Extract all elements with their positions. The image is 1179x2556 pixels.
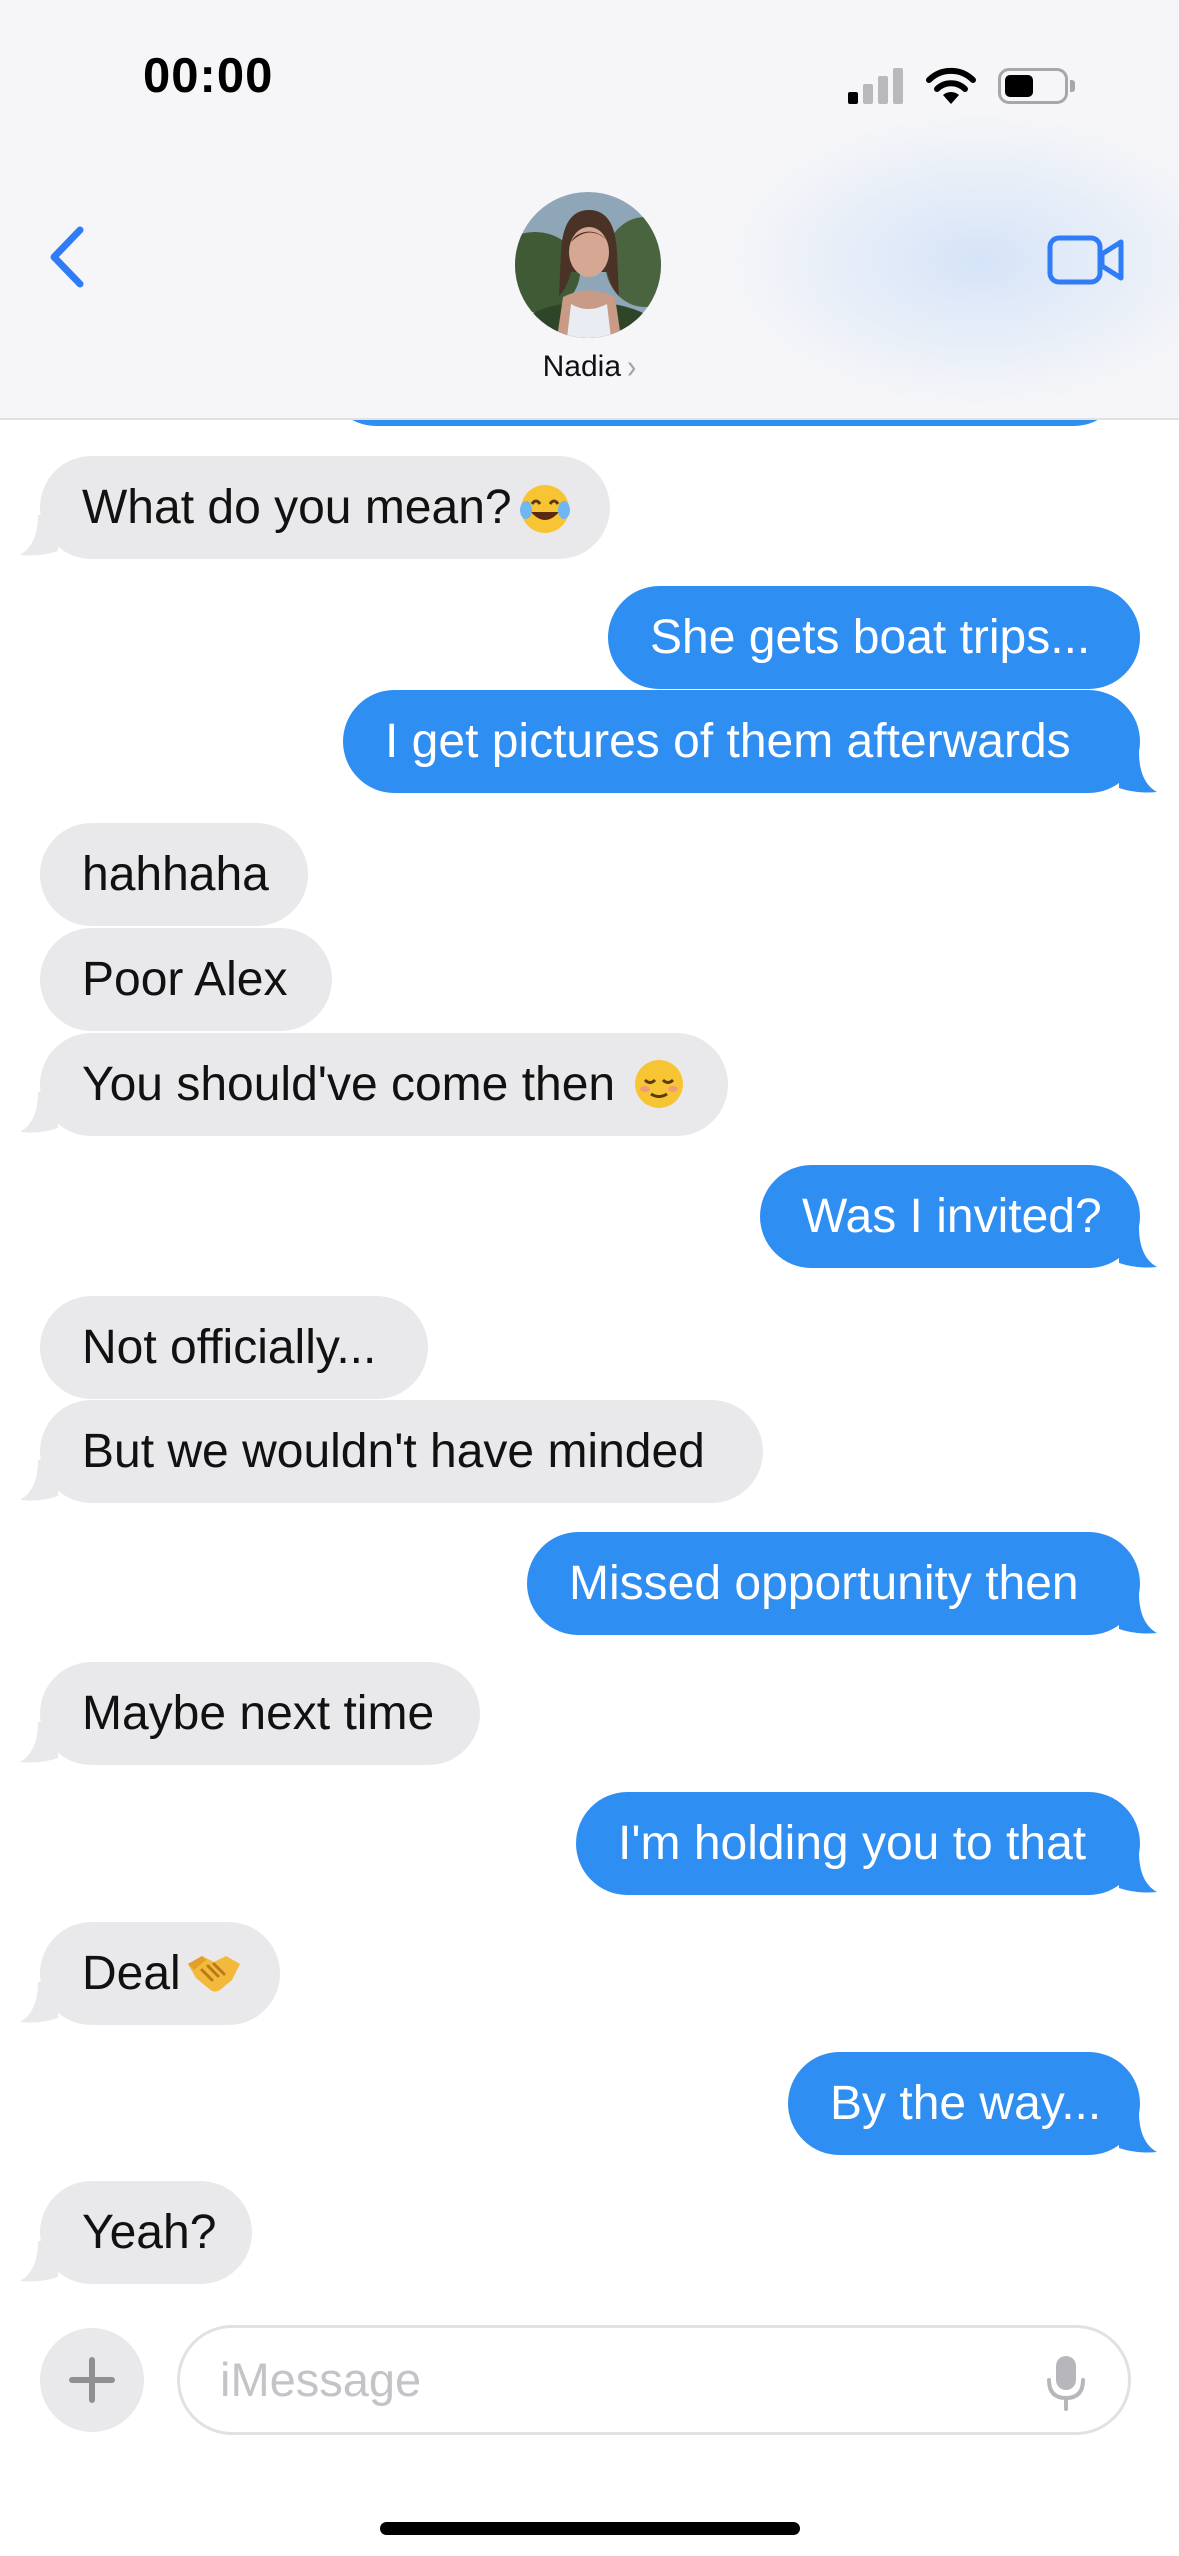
contact-name: Nadia — [542, 350, 622, 383]
home-indicator[interactable] — [380, 2522, 800, 2535]
video-call-icon[interactable] — [1046, 232, 1126, 288]
back-chevron-icon[interactable] — [40, 222, 100, 292]
relieved-face-emoji — [635, 1060, 683, 1108]
bubble-tail — [20, 1092, 58, 1133]
message-text: Missed opportunity then — [569, 1557, 1079, 1610]
cellular-signal-icon — [846, 60, 906, 110]
plus-icon — [69, 2357, 115, 2403]
bubble-tail — [20, 1982, 58, 2023]
bubble-tail — [1119, 1852, 1157, 1893]
bubble-tail — [1119, 752, 1157, 793]
message-text: But we wouldn't have minded — [82, 1425, 705, 1478]
contact-avatar[interactable] — [515, 192, 661, 338]
bubble-tail — [20, 2241, 58, 2282]
message-bubble-outgoing[interactable]: By the way... — [788, 2052, 1140, 2155]
message-text: By the way... — [830, 2077, 1102, 2130]
message-bubble-outgoing[interactable]: Missed opportunity then — [527, 1532, 1140, 1635]
status-icons — [846, 60, 1086, 110]
message-bubble-incoming[interactable]: Maybe next time — [40, 1662, 480, 1765]
message-bubble-incoming[interactable]: Deal — [40, 1922, 280, 2025]
bubble-tail — [20, 1460, 58, 1501]
message-text: Maybe next time — [82, 1687, 435, 1740]
message-bubble-incoming[interactable]: But we wouldn't have minded — [40, 1400, 763, 1503]
bubble-tail — [20, 515, 58, 556]
status-time: 00:00 — [143, 49, 274, 103]
message-text: I'm holding you to that — [618, 1817, 1087, 1870]
message-bubble-incoming[interactable]: You should've come then — [40, 1033, 728, 1136]
bubble-tail — [1119, 2112, 1157, 2153]
message-text: Deal — [82, 1947, 181, 2000]
message-text: She gets boat trips... — [650, 611, 1091, 664]
message-text: Was I invited? — [802, 1190, 1102, 1243]
message-text: What do you mean? — [82, 481, 512, 534]
message-bubble-incoming[interactable]: Poor Alex — [40, 928, 332, 1031]
tears-of-joy-emoji — [520, 485, 570, 533]
message-bubble-outgoing[interactable]: She gets boat trips... — [608, 586, 1140, 689]
message-text: You should've come then — [82, 1058, 616, 1111]
message-text: Not officially... — [82, 1321, 377, 1374]
conversation-header: 00:00 Nadia › — [0, 0, 1179, 420]
message-input[interactable]: iMessage — [177, 2325, 1131, 2435]
microphone-icon[interactable] — [1044, 2354, 1088, 2412]
message-text: I get pictures of them afterwards — [385, 715, 1071, 768]
message-bubble-incoming[interactable]: Yeah? — [40, 2181, 252, 2284]
message-bubble-incoming[interactable]: hahhaha — [40, 823, 308, 926]
message-bubble-outgoing[interactable]: Was I invited? — [760, 1165, 1140, 1268]
wifi-icon — [926, 67, 976, 104]
message-bubble-outgoing[interactable]: I get pictures of them afterwards — [343, 690, 1140, 793]
battery-icon — [998, 68, 1078, 104]
contact-name-button[interactable]: Nadia › — [0, 347, 1179, 385]
bubble-tail — [1119, 1593, 1157, 1634]
message-input-placeholder: iMessage — [220, 2353, 422, 2406]
message-bubble-incoming[interactable]: Not officially... — [40, 1296, 428, 1399]
message-text: Yeah? — [82, 2206, 217, 2259]
bubble-tail — [20, 1722, 58, 1763]
bubble-tail — [1119, 1227, 1157, 1268]
handshake-emoji — [188, 1956, 240, 1992]
chevron-right-icon: › — [627, 347, 637, 385]
message-text: Poor Alex — [82, 953, 288, 1006]
add-attachment-button[interactable] — [40, 2328, 144, 2432]
message-bubble-outgoing[interactable]: I'm holding you to that — [576, 1792, 1140, 1895]
message-text: hahhaha — [82, 848, 269, 901]
